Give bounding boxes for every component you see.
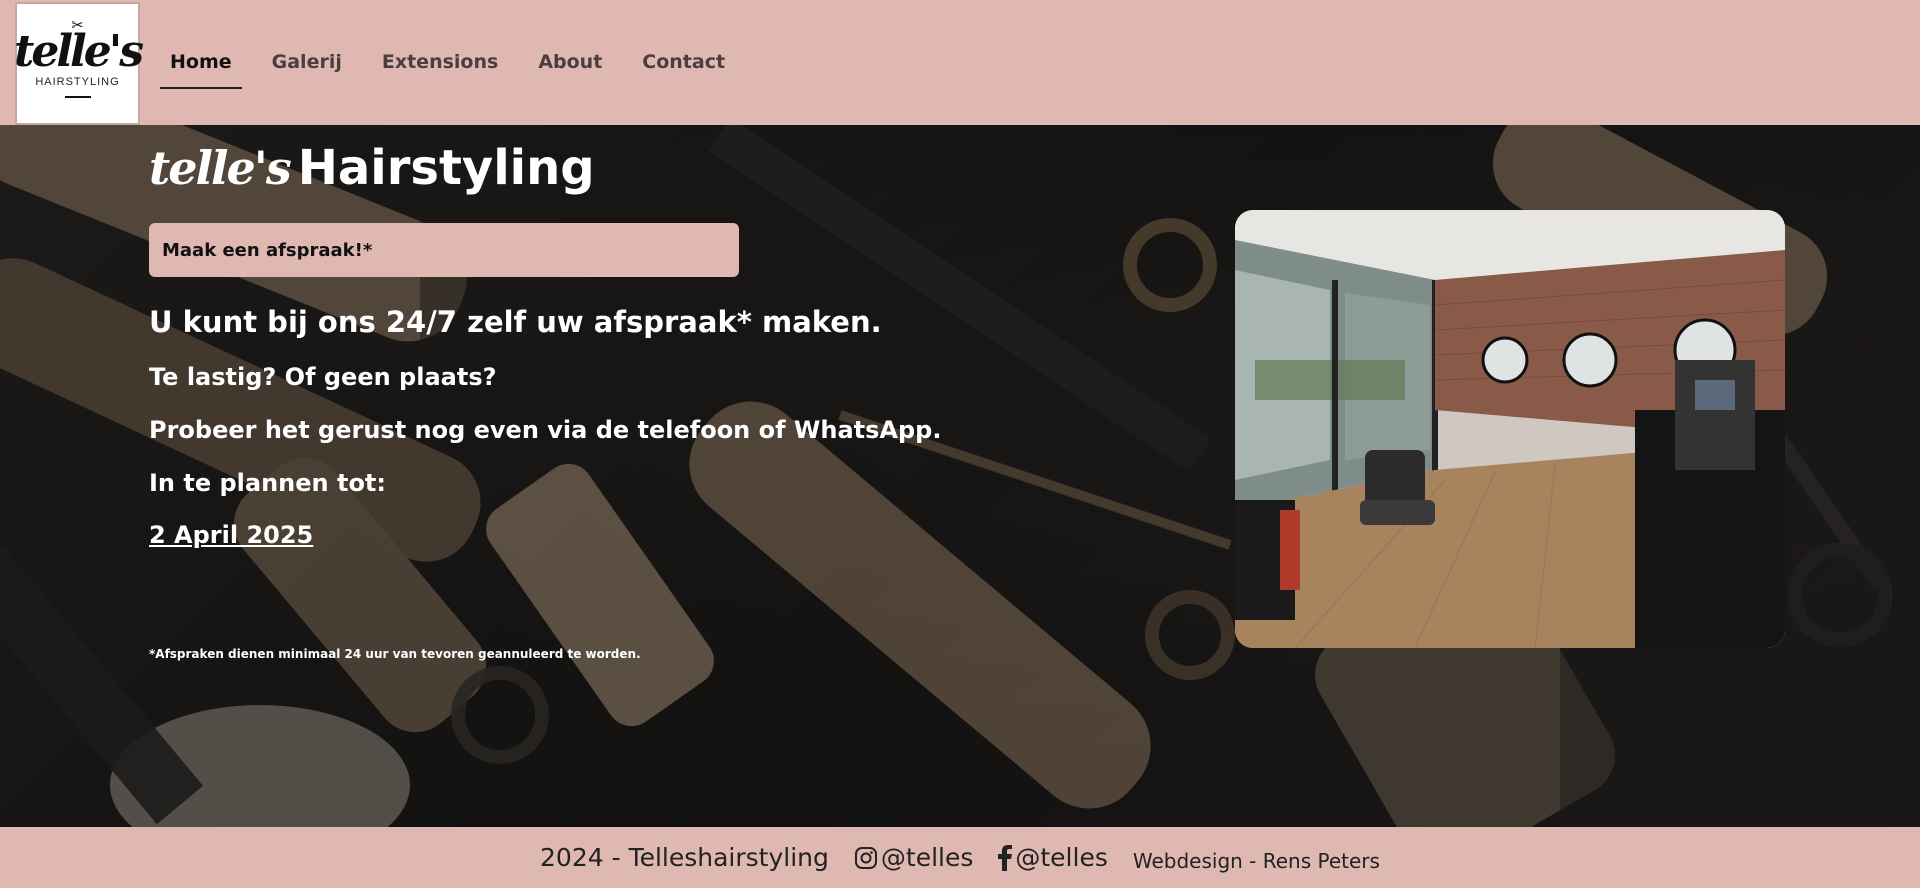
nav-item-extensions[interactable]: Extensions xyxy=(372,0,508,125)
instagram-handle: @telles xyxy=(880,843,974,872)
hero-text-busy: Te lastig? Of geen plaats? xyxy=(149,363,497,391)
facebook-handle: @telles xyxy=(1015,843,1108,872)
nav-item-contact[interactable]: Contact xyxy=(632,0,735,125)
booking-end-date-link[interactable]: 2 April 2025 xyxy=(149,521,313,549)
facebook-icon xyxy=(998,844,1013,871)
logo-underline xyxy=(64,96,91,98)
book-appointment-button[interactable]: Maak een afspraak!* xyxy=(149,223,739,277)
hero-section: telle's Hairstyling Maak een afspraak!* U… xyxy=(0,125,1920,827)
hero-title-bold: Hairstyling xyxy=(297,140,595,196)
footer-instagram-link[interactable]: @telles xyxy=(854,843,973,872)
site-footer: 2024 - Telleshairstyling @telles @telles… xyxy=(0,827,1920,888)
nav-item-home[interactable]: Home xyxy=(160,0,242,125)
footer-copyright: 2024 - Telleshairstyling xyxy=(540,843,829,872)
site-logo[interactable]: ✂ telle's HAIRSTYLING xyxy=(14,2,144,125)
hero-headline: U kunt bij ons 24/7 zelf uw afspraak* ma… xyxy=(149,305,882,339)
logo-script-text: telle's xyxy=(14,26,144,77)
site-header: ✂ telle's HAIRSTYLING Home Galerij Exten… xyxy=(0,0,1920,125)
nav-item-galerij[interactable]: Galerij xyxy=(262,0,352,125)
hero-text-contact: Probeer het gerust nog even via de telef… xyxy=(149,416,942,444)
hero-title-script: telle's xyxy=(149,141,292,195)
nav-item-about[interactable]: About xyxy=(528,0,612,125)
logo-subtitle: HAIRSTYLING xyxy=(35,76,120,88)
footer-facebook-link[interactable]: @telles xyxy=(998,843,1108,872)
instagram-icon xyxy=(854,846,877,869)
cancellation-note: *Afspraken dienen minimaal 24 uur van te… xyxy=(149,647,641,661)
main-nav: Home Galerij Extensions About Contact xyxy=(160,0,755,125)
salon-interior-photo xyxy=(1235,210,1785,648)
hero-text-plan-until: In te plannen tot: xyxy=(149,469,386,497)
hero-title: telle's Hairstyling xyxy=(149,140,595,196)
footer-webdesign-credit: Webdesign - Rens Peters xyxy=(1132,848,1380,873)
